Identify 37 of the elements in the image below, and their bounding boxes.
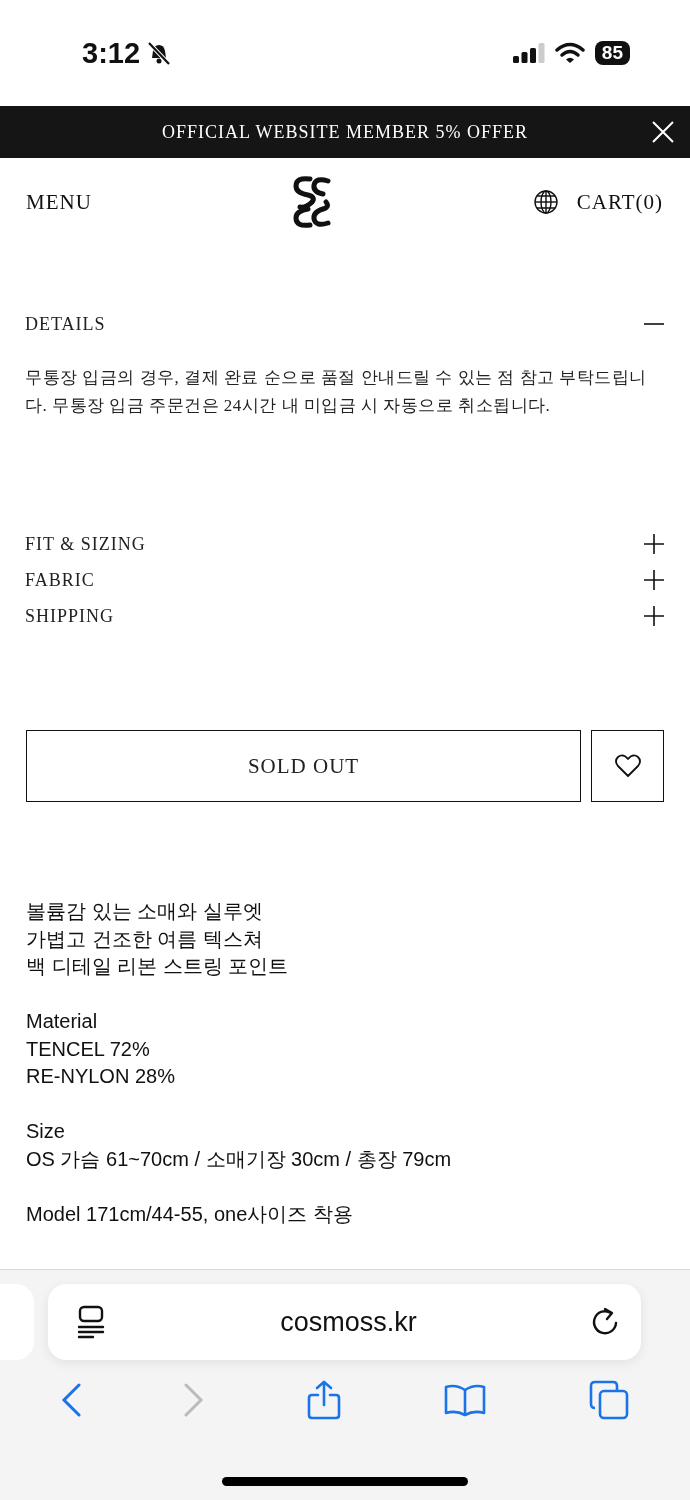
wishlist-button[interactable] <box>591 730 664 802</box>
description-text: 가볍고 건조한 여름 텍스쳐 <box>26 926 264 952</box>
address-bar[interactable]: cosmoss.kr <box>48 1284 641 1360</box>
plus-icon[interactable] <box>644 534 664 554</box>
globe-icon[interactable] <box>532 189 559 215</box>
share-icon[interactable] <box>307 1380 341 1420</box>
plus-icon[interactable] <box>644 606 664 626</box>
cart-link[interactable]: CART(0) <box>576 189 663 215</box>
accordion-header[interactable]: DETAILS <box>25 313 106 335</box>
description-text: Size <box>26 1119 66 1144</box>
back-icon[interactable] <box>61 1383 82 1417</box>
description-text: 백 디테일 리본 스트링 포인트 <box>26 954 290 979</box>
description-text: RE-NYLON 28% <box>26 1064 176 1089</box>
description-text: Model 171cm/44-55, one사이즈 착용 <box>26 1201 354 1227</box>
url-text: cosmoss.kr <box>280 1306 417 1338</box>
accordion-header[interactable]: SHIPPING <box>25 605 115 627</box>
description-text: Material <box>26 1009 99 1034</box>
reader-icon[interactable] <box>76 1305 106 1339</box>
battery-level: 85 <box>594 41 630 65</box>
details-text: 무통장 입금의 경우, 결제 완료 순으로 품절 안내드릴 수 있는 점 참고 부탁드립니다. 무통장 입금 주문건은 24시간 내 미입금 시 자동으로 취소됩니다. <box>25 367 648 417</box>
accordion-header[interactable]: FABRIC <box>25 569 95 591</box>
tabs-icon[interactable] <box>588 1380 629 1420</box>
menu-link[interactable]: MENU <box>26 189 92 215</box>
accordion-header[interactable]: FIT & SIZING <box>25 533 146 555</box>
sold-out-button[interactable]: SOLD OUT <box>26 730 581 802</box>
wifi-icon <box>554 42 585 64</box>
clock-time: 3:12 <box>82 36 141 70</box>
reload-icon[interactable] <box>591 1307 619 1337</box>
close-icon[interactable] <box>652 121 674 143</box>
description-text: OS 가슴 61~70cm / 소매기장 30cm / 총장 79cm <box>26 1146 453 1172</box>
description-text: TENCEL 72% <box>26 1036 151 1062</box>
signal-icon <box>512 43 545 63</box>
bell-slash-icon <box>146 40 173 66</box>
promo-banner-text: OFFICIAL WEBSITE MEMBER 5% OFFER <box>162 121 528 143</box>
book-icon[interactable] <box>443 1383 486 1417</box>
description-text: 볼륨감 있는 소매와 실루엣 <box>26 899 264 924</box>
plus-icon[interactable] <box>644 570 664 590</box>
